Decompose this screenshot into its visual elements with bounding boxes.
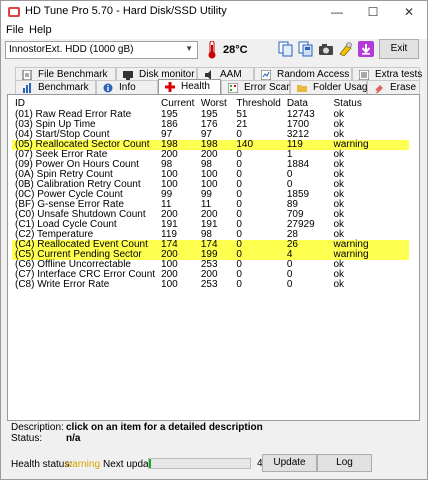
tab-label: File Benchmark — [38, 69, 108, 80]
tab-info[interactable]: Info — [96, 80, 158, 94]
copy-icon[interactable] — [277, 39, 295, 59]
update-progress-fill — [149, 459, 152, 468]
tab-label: Error Scan — [244, 82, 292, 93]
thermometer-icon — [208, 41, 216, 59]
minimize-button[interactable]: — — [319, 1, 355, 23]
tab-label: Random Access — [277, 69, 350, 80]
download-icon[interactable] — [357, 39, 375, 59]
camera-icon[interactable] — [317, 39, 335, 59]
tab-error-scan[interactable]: Error Scan — [221, 80, 292, 94]
window-title: HD Tune Pro 5.70 - Hard Disk/SSD Utility — [25, 5, 227, 17]
benchmark-icon — [23, 83, 31, 93]
title-bar[interactable]: HD Tune Pro 5.70 - Hard Disk/SSD Utility… — [1, 1, 427, 23]
tab-label: Health — [181, 81, 210, 92]
extra-tests-icon — [359, 70, 369, 80]
cell-id: (C8) Write Error Rate — [15, 279, 110, 290]
app-window: HD Tune Pro 5.70 - Hard Disk/SSD Utility… — [0, 0, 428, 480]
tab-health[interactable]: Health — [158, 79, 221, 95]
random-access-icon — [261, 70, 271, 80]
cell-status: ok — [333, 279, 345, 290]
chevron-down-icon: ▼ — [185, 44, 193, 53]
health-status-value: warning — [65, 459, 101, 470]
update-progress-bar — [148, 458, 251, 469]
description-label: Description: — [11, 422, 64, 433]
log-button[interactable]: Log — [317, 454, 372, 472]
drive-select[interactable]: InnostorExt. HDD (1000 gB) ▼ — [5, 41, 198, 59]
status-label: Status: — [11, 433, 43, 444]
disk-monitor-icon — [123, 71, 133, 80]
app-icon — [8, 7, 20, 17]
close-button[interactable]: ✕ — [391, 1, 427, 23]
tab-extra-tests[interactable]: Extra tests — [352, 67, 423, 81]
temperature-readout: 28°C — [223, 44, 248, 56]
toolbar: InnostorExt. HDD (1000 gB) ▼ 28°C Exit — [1, 39, 427, 63]
tab-erase[interactable]: Erase — [367, 80, 420, 94]
cell-worst: 253 — [200, 279, 218, 290]
menu-bar: File Help — [1, 23, 427, 39]
health-icon — [165, 82, 175, 92]
tab-label: Folder Usage — [313, 82, 374, 93]
exit-button[interactable]: Exit — [379, 39, 419, 59]
save-icon[interactable] — [297, 39, 315, 59]
tab-label: Erase — [390, 82, 417, 93]
health-status-label: Health status: — [11, 459, 73, 470]
tab-label: Benchmark — [38, 82, 89, 93]
erase-icon — [374, 85, 383, 93]
cell-current: 100 — [161, 279, 178, 290]
maximize-button[interactable]: ☐ — [355, 1, 391, 23]
tab-label: AAM — [220, 69, 242, 80]
cell-threshold: 0 — [236, 279, 242, 290]
drive-select-value: InnostorExt. HDD (1000 gB) — [9, 44, 134, 55]
tab-label: Extra tests — [375, 69, 423, 80]
info-icon — [103, 83, 113, 93]
menu-help[interactable]: Help — [29, 24, 52, 36]
tab-label: Info — [119, 82, 136, 93]
smart-table: ID Current Worst Threshold Data Status (… — [12, 97, 409, 290]
tab-folder-usage[interactable]: Folder Usage — [290, 80, 373, 94]
menu-file[interactable]: File — [6, 24, 24, 36]
tab-benchmark[interactable]: Benchmark — [15, 80, 96, 94]
status-value: n/a — [66, 433, 81, 444]
options-icon[interactable] — [337, 39, 355, 59]
tab-file-benchmark[interactable]: File Benchmark — [15, 67, 116, 81]
tab-random-access[interactable]: Random Access — [254, 67, 352, 81]
table-row[interactable]: (C8) Write Error Rate 100 253 0 0 ok — [12, 280, 409, 290]
status-bar: Health status: warning Next update: 4:55… — [1, 449, 427, 479]
description-text: click on an item for a detailed descript… — [66, 422, 263, 433]
error-scan-icon — [228, 83, 238, 93]
cell-data: 0 — [286, 279, 293, 290]
folder-icon — [297, 85, 307, 92]
file-benchmark-icon — [22, 70, 32, 80]
update-button[interactable]: Update — [262, 454, 317, 472]
